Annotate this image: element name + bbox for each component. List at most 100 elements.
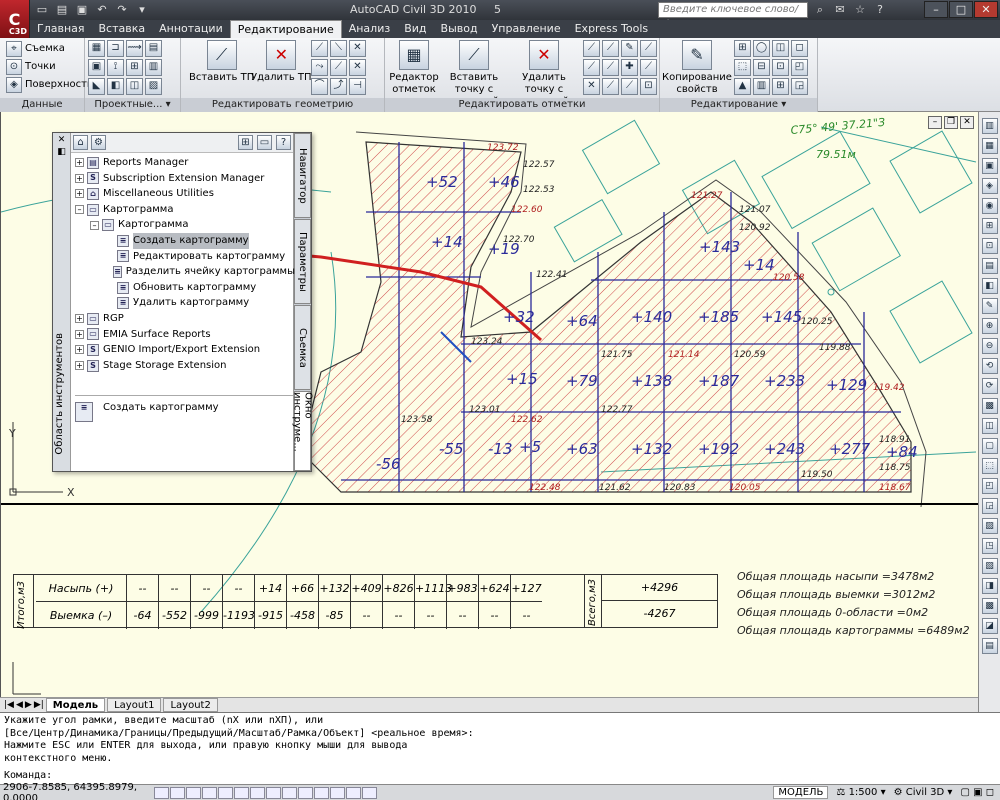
tab-4[interactable]: Анализ xyxy=(342,20,398,38)
geometry-tool-1-icon[interactable]: ⟍ xyxy=(330,40,347,57)
tree-view-icon[interactable]: ⊞ xyxy=(238,135,253,150)
right-tool-13-icon[interactable]: ⟳ xyxy=(981,378,998,394)
drafting-toggle-6-icon[interactable] xyxy=(250,786,265,799)
design-tool-2-icon[interactable]: ⟿ xyxy=(126,40,143,57)
star-icon[interactable]: ☆ xyxy=(852,2,868,17)
toolbox-red-icon[interactable]: ⚙ xyxy=(91,135,106,150)
drafting-toggle-2-icon[interactable] xyxy=(186,786,201,799)
tab-0[interactable]: Главная xyxy=(30,20,92,38)
undo-icon[interactable]: ↶ xyxy=(94,2,110,17)
tree-item[interactable]: + ▭ EMIA Surface Reports xyxy=(75,327,295,343)
viewport-close-button[interactable]: ✕ xyxy=(960,116,974,129)
tab-2[interactable]: Аннотации xyxy=(152,20,230,38)
geometry-tool-8-icon[interactable]: ⊣ xyxy=(349,78,366,95)
right-tool-20-icon[interactable]: ▨ xyxy=(981,518,998,534)
editing-tool-11-icon[interactable]: ◲ xyxy=(791,78,808,95)
geometry-tool-4-icon[interactable]: ⟋ xyxy=(330,59,347,76)
right-tool-2-icon[interactable]: ▣ xyxy=(981,158,998,174)
drafting-toggle-3-icon[interactable] xyxy=(202,786,217,799)
right-tool-4-icon[interactable]: ◉ xyxy=(981,198,998,214)
editing-tool-9-icon[interactable]: ▥ xyxy=(753,78,770,95)
drafting-toggle-8-icon[interactable] xyxy=(282,786,297,799)
geometry-tool-3-icon[interactable]: ⤳ xyxy=(311,59,328,76)
tab-7[interactable]: Управление xyxy=(485,20,568,38)
open-icon[interactable]: ▤ xyxy=(54,2,70,17)
next-layout-icon[interactable]: ▶ xyxy=(25,700,32,710)
elevation-tool-7-icon[interactable]: ⟋ xyxy=(640,59,657,76)
expand-icon[interactable]: + xyxy=(75,189,84,199)
tab-8[interactable]: Express Tools xyxy=(568,20,656,38)
drafting-toggle-10-icon[interactable] xyxy=(314,786,329,799)
elevation-tool-11-icon[interactable]: ⊡ xyxy=(640,78,657,95)
tree-item[interactable]: ≡ Разделить ячейку картограммы xyxy=(75,264,295,280)
drafting-toggle-5-icon[interactable] xyxy=(234,786,249,799)
palette-autohide-icon[interactable]: ◧ xyxy=(53,147,70,157)
new-icon[interactable]: ▭ xyxy=(34,2,50,17)
close-button[interactable]: ✕ xyxy=(974,1,998,18)
elevation-tool-4-icon[interactable]: ⟋ xyxy=(583,59,600,76)
insert-tp-button[interactable]: ⟋ Вставить ТП xyxy=(189,40,254,84)
right-tool-22-icon[interactable]: ▧ xyxy=(981,558,998,574)
design-tool-10-icon[interactable]: ◫ xyxy=(126,78,143,95)
design-tool-5-icon[interactable]: ⟟ xyxy=(107,59,124,76)
right-tool-26-icon[interactable]: ▤ xyxy=(981,638,998,654)
item-view-icon[interactable]: ▭ xyxy=(257,135,272,150)
expand-icon[interactable]: – xyxy=(90,220,99,230)
surface-button[interactable]: ◈ Поверхность xyxy=(6,76,93,93)
right-tool-6-icon[interactable]: ⊡ xyxy=(981,238,998,254)
maximize-button[interactable]: □ xyxy=(949,1,973,18)
viewport-restore-button[interactable]: ❐ xyxy=(944,116,958,129)
tree-item[interactable]: – ▭ Картограмма xyxy=(75,202,295,218)
editing-tool-6-icon[interactable]: ⊡ xyxy=(772,59,789,76)
layout-tab-0[interactable]: Модель xyxy=(45,698,106,712)
tree-item[interactable]: + ▭ RGP xyxy=(75,311,295,327)
right-tool-0-icon[interactable]: ▥ xyxy=(981,118,998,134)
tree-item[interactable]: + S Stage Storage Extension xyxy=(75,358,295,374)
tree-item[interactable]: + S GENIO Import/Export Extension xyxy=(75,342,295,358)
right-tool-24-icon[interactable]: ▩ xyxy=(981,598,998,614)
help-icon[interactable]: ? xyxy=(872,2,888,17)
toolspace-tab-1[interactable]: Параметры xyxy=(294,219,311,304)
right-tool-10-icon[interactable]: ⊕ xyxy=(981,318,998,334)
toolspace-titlebar[interactable]: ✕ ◧ Область инструментов xyxy=(53,133,71,471)
right-tool-5-icon[interactable]: ⊞ xyxy=(981,218,998,234)
design-tool-0-icon[interactable]: ▦ xyxy=(88,40,105,57)
elevation-tool-3-icon[interactable]: ⟋ xyxy=(640,40,657,57)
toolbox-icon[interactable]: ⌂ xyxy=(73,135,88,150)
tree-item[interactable]: ≡ Удалить картограмму xyxy=(75,295,295,311)
right-tool-8-icon[interactable]: ◧ xyxy=(981,278,998,294)
geometry-tool-5-icon[interactable]: ✕ xyxy=(349,59,366,76)
editing-tool-7-icon[interactable]: ◰ xyxy=(791,59,808,76)
redo-icon[interactable]: ↷ xyxy=(114,2,130,17)
layout-tab-1[interactable]: Layout1 xyxy=(107,698,162,712)
survey-button[interactable]: ⌖ Съемка xyxy=(6,40,65,57)
editing-tool-2-icon[interactable]: ◫ xyxy=(772,40,789,57)
delete-tp-button[interactable]: ✕ Удалить ТП xyxy=(251,40,312,84)
right-tool-23-icon[interactable]: ◨ xyxy=(981,578,998,594)
model-space-toggle[interactable]: МОДЕЛЬ xyxy=(773,786,829,799)
points-button[interactable]: ⊙ Точки xyxy=(6,58,56,75)
right-tool-1-icon[interactable]: ▦ xyxy=(981,138,998,154)
elevation-tool-2-icon[interactable]: ✎ xyxy=(621,40,638,57)
tab-6[interactable]: Вывод xyxy=(434,20,485,38)
editing-tool-3-icon[interactable]: ◻ xyxy=(791,40,808,57)
expand-icon[interactable]: – xyxy=(75,205,84,215)
right-tool-9-icon[interactable]: ✎ xyxy=(981,298,998,314)
elevation-editor-button[interactable]: ▦ Редактор отметок xyxy=(389,40,439,96)
right-tool-15-icon[interactable]: ◫ xyxy=(981,418,998,434)
elevation-tool-5-icon[interactable]: ⟋ xyxy=(602,59,619,76)
help-icon[interactable]: ? xyxy=(276,135,291,150)
drafting-toggle-12-icon[interactable] xyxy=(346,786,361,799)
tree-item[interactable]: – ▭ Картограмма xyxy=(75,217,295,233)
design-tool-7-icon[interactable]: ▥ xyxy=(145,59,162,76)
panel-title[interactable]: Проектные... ▾ xyxy=(85,98,180,112)
tree-item[interactable]: + ⌂ Miscellaneous Utilities xyxy=(75,186,295,202)
editing-tool-1-icon[interactable]: ◯ xyxy=(753,40,770,57)
minimize-button[interactable]: – xyxy=(924,1,948,18)
drafting-toggle-0-icon[interactable] xyxy=(154,786,169,799)
command-input[interactable]: Команда: xyxy=(4,770,52,783)
geometry-tool-7-icon[interactable]: ⤴ xyxy=(330,78,347,95)
elevation-tool-8-icon[interactable]: ✕ xyxy=(583,78,600,95)
panel-title[interactable]: Редактирование ▾ xyxy=(660,98,817,112)
viewport-minimize-button[interactable]: – xyxy=(928,116,942,129)
